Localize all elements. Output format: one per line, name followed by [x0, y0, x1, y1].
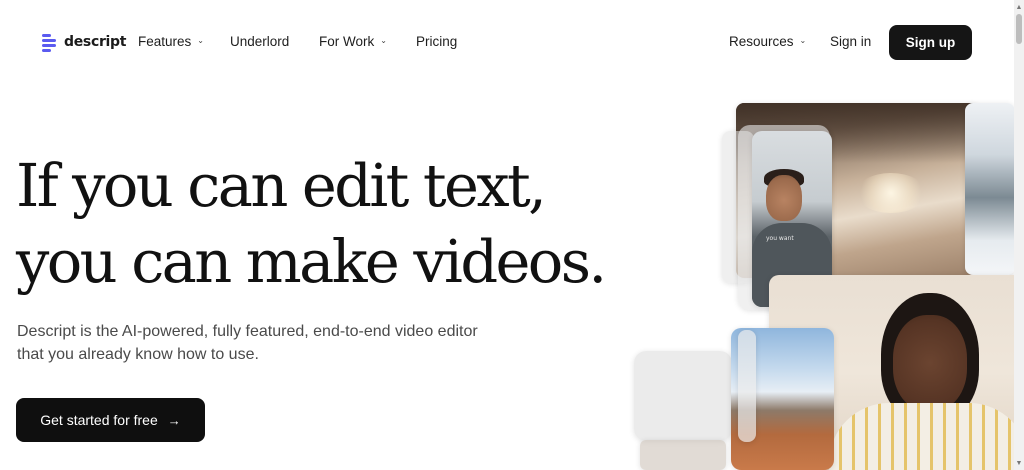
portrait-detail	[893, 315, 967, 411]
headline-line-2: you can make videos.	[16, 227, 607, 296]
portrait-detail	[766, 175, 802, 221]
chevron-down-icon: ⌄	[197, 36, 204, 45]
logo-text: descript	[64, 34, 127, 50]
nav-item-label: Pricing	[416, 34, 458, 49]
faded-frame	[738, 330, 756, 442]
hero-subtext: Descript is the AI-powered, fully featur…	[17, 320, 537, 366]
nav-item-for-work[interactable]: For Work ⌄	[319, 34, 387, 49]
shirt-text: you want	[766, 235, 794, 242]
hero-headline: If you can edit text, you can make video…	[16, 148, 676, 300]
sign-in-label: Sign in	[830, 34, 872, 49]
arrow-right-icon: →	[167, 412, 181, 428]
nav-item-resources[interactable]: Resources ⌄	[729, 34, 806, 49]
nav-item-label: Resources	[729, 34, 794, 49]
nav-item-underlord[interactable]: Underlord	[230, 34, 289, 49]
chevron-down-icon: ⌄	[799, 36, 807, 45]
sign-up-button[interactable]: Sign up	[889, 25, 972, 60]
headline-line-1: If you can edit text,	[16, 151, 547, 220]
descript-logo-icon	[42, 32, 58, 52]
scroll-up-icon[interactable]: ▲	[1014, 1, 1024, 13]
logo[interactable]: descript	[42, 32, 126, 52]
subtext-line-1: Descript is the AI-powered, fully featur…	[17, 323, 478, 340]
sign-in-link[interactable]: Sign in	[830, 34, 871, 49]
portrait-detail	[829, 403, 1024, 470]
cta-label: Get started for free	[40, 412, 158, 428]
scroll-down-icon[interactable]: ▼	[1014, 457, 1024, 469]
faded-frame	[640, 440, 726, 470]
nav-item-features[interactable]: Features ⌄	[138, 34, 204, 49]
nav-item-label: Underlord	[230, 34, 290, 49]
get-started-button[interactable]: Get started for free →	[16, 398, 205, 442]
nav-item-pricing[interactable]: Pricing	[416, 34, 457, 49]
page-scrollbar[interactable]: ▲ ▼	[1014, 0, 1024, 470]
nav-item-label: For Work	[319, 34, 375, 49]
chevron-down-icon: ⌄	[380, 36, 387, 45]
scrollbar-thumb[interactable]	[1016, 14, 1022, 44]
nav-item-label: Features	[138, 34, 192, 49]
snowy-forest-image	[965, 103, 1015, 275]
faded-frame	[634, 351, 732, 441]
subtext-line-2: that you already know how to use.	[17, 346, 259, 363]
top-navigation: descript Features ⌄ Underlord For Work ⌄…	[0, 0, 1024, 86]
